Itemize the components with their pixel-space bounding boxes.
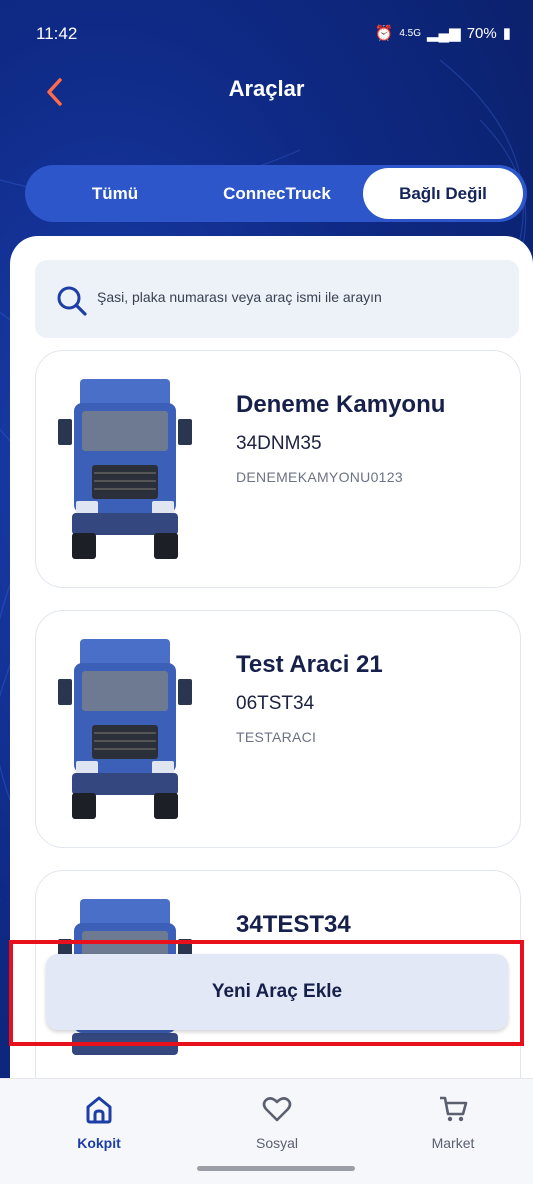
home-indicator <box>197 1166 355 1171</box>
network-icon: 4.5G <box>399 27 421 39</box>
segmented-tabs: Tümü ConnecTruck Bağlı Değil <box>25 165 527 222</box>
tab-all[interactable]: Tümü <box>65 165 165 222</box>
nav-market[interactable]: Market <box>398 1093 508 1151</box>
alarm-icon: ⏰ <box>374 25 394 42</box>
search-input[interactable]: Şasi, plaka numarası veya araç ismi ile … <box>97 289 382 305</box>
vehicle-chassis: TESTARACI <box>236 729 317 745</box>
vehicle-plate: 34DNM35 <box>236 433 322 454</box>
status-time: 11:42 <box>36 24 78 43</box>
nav-kokpit[interactable]: Kokpit <box>44 1093 154 1151</box>
tab-connectruck[interactable]: ConnecTruck <box>203 165 351 222</box>
search-icon <box>57 286 87 316</box>
truck-image <box>58 639 192 819</box>
home-icon <box>86 1096 112 1124</box>
vehicle-card[interactable]: Test Araci 21 06TST34 TESTARACI <box>35 610 521 848</box>
battery-text: 70% <box>466 24 497 42</box>
heart-icon <box>262 1097 292 1122</box>
nav-label: Sosyal <box>255 1135 299 1151</box>
nav-label: Kokpit <box>77 1135 121 1151</box>
search-bar[interactable]: Şasi, plaka numarası veya araç ismi ile … <box>35 260 519 338</box>
tab-not-connected[interactable]: Bağlı Değil <box>363 168 523 219</box>
nav-label: Market <box>431 1135 475 1151</box>
truck-image <box>58 379 192 559</box>
nav-sosyal[interactable]: Sosyal <box>222 1093 332 1151</box>
signal-icon: ▂▄▆ <box>427 25 461 42</box>
vehicle-name: 34TEST34 <box>236 911 351 938</box>
battery-icon: ▮ <box>502 25 511 42</box>
vehicle-name: Deneme Kamyonu <box>236 391 446 418</box>
cart-icon <box>440 1096 468 1122</box>
vehicle-chassis: DENEMEKAMYONU0123 <box>236 469 403 485</box>
vehicle-plate: 06TST34 <box>236 693 315 714</box>
header: Araçlar <box>0 62 533 122</box>
highlight-box <box>9 940 524 1046</box>
vehicle-name: Test Araci 21 <box>236 651 383 678</box>
status-bar: 11:42 ⏰ 4.5G ▂▄▆ 70% ▮ <box>0 0 533 62</box>
vehicle-card[interactable]: Deneme Kamyonu 34DNM35 DENEMEKAMYONU0123 <box>35 350 521 588</box>
page-title: Araçlar <box>228 76 305 101</box>
status-icons: ⏰ 4.5G ▂▄▆ 70% ▮ <box>374 24 511 43</box>
